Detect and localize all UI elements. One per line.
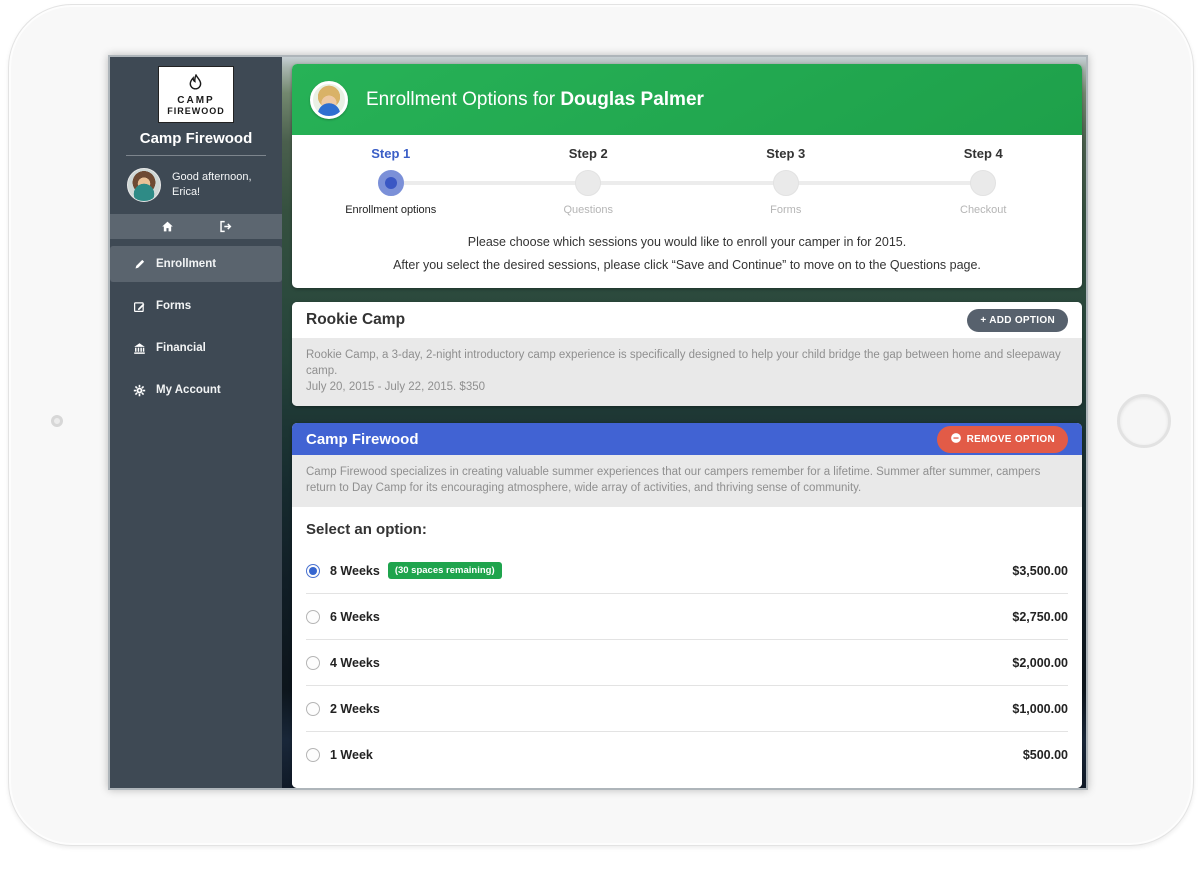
rookie-camp-title: Rookie Camp [306,311,405,329]
user-greeting: Good afternoon, Erica! [110,156,282,214]
rookie-camp-description: Rookie Camp, a 3-day, 2-night introducto… [292,338,1082,406]
step-4[interactable]: Step 4 Checkout [885,146,1083,216]
select-option-label: Select an option: [306,507,1068,548]
camper-name: Douglas Palmer [560,89,704,110]
option-price: $2,000.00 [1012,656,1068,670]
option-price: $3,500.00 [1012,564,1068,578]
step-1-dot [378,170,404,196]
logo-text-camp: CAMP [177,96,214,106]
radio-6-weeks[interactable] [306,610,320,624]
greeting-text: Good afternoon, Erica! [172,170,252,200]
sidebar-item-label: Financial [156,342,206,354]
add-option-button[interactable]: + ADD OPTION [967,309,1068,332]
sidebar-menu: Enrollment Forms Financial [110,246,282,408]
rookie-camp-card: Rookie Camp + ADD OPTION Rookie Camp, a … [292,302,1082,406]
spaces-remaining-badge: (30 spaces remaining) [388,562,502,579]
option-row-6-weeks: 6 Weeks $2,750.00 [306,594,1068,640]
camper-avatar [310,81,348,119]
option-row-2-weeks: 2 Weeks $1,000.00 [306,686,1068,732]
instructions-line-2: After you select the desired sessions, p… [312,258,1062,272]
logo-text-firewood: FIREWOOD [167,106,225,116]
sidebar-item-forms[interactable]: Forms [110,288,282,324]
sidebar-quick-nav [110,214,282,239]
radio-4-weeks[interactable] [306,656,320,670]
sidebar-item-label: Forms [156,300,191,312]
option-list: Select an option: 8 Weeks (30 spaces rem… [292,507,1082,788]
gear-icon [133,384,146,397]
enrollment-header-card: Enrollment Options for Douglas Palmer St… [292,64,1082,288]
sidebar-item-enrollment[interactable]: Enrollment [110,246,282,282]
bank-icon [133,342,146,355]
option-price: $1,000.00 [1012,702,1068,716]
brand-name: Camp Firewood [110,130,282,147]
pencil-icon [133,258,146,270]
instructions-line-1: Please choose which sessions you would l… [312,235,1062,249]
option-price: $2,750.00 [1012,610,1068,624]
sidebar-item-label: My Account [156,384,221,396]
step-2[interactable]: Step 2 Questions [490,146,688,216]
page: CAMP FIREWOOD Camp Firewood Good afterno… [0,0,1200,872]
step-indicator: Step 1 Enrollment options Step 2 Questio… [292,135,1082,216]
step-3-dot [773,170,799,196]
tablet-camera [51,415,63,427]
camp-firewood-card: Camp Firewood REMOVE OPTION Camp Firewoo… [292,423,1082,788]
user-avatar [127,168,161,202]
tablet-home-button[interactable] [1117,394,1171,448]
radio-1-week[interactable] [306,748,320,762]
camp-firewood-header: Camp Firewood REMOVE OPTION [292,423,1082,455]
sidebar: CAMP FIREWOOD Camp Firewood Good afterno… [110,57,282,788]
camp-logo: CAMP FIREWOOD [158,66,234,123]
main-area: Enrollment Options for Douglas Palmer St… [282,57,1088,790]
radio-8-weeks[interactable] [306,564,320,578]
option-row-8-weeks: 8 Weeks (30 spaces remaining) $3,500.00 [306,548,1068,594]
camp-firewood-title: Camp Firewood [306,431,419,448]
sign-out-icon[interactable] [219,220,232,233]
remove-option-button[interactable]: REMOVE OPTION [937,426,1068,453]
enrollment-header: Enrollment Options for Douglas Palmer [292,64,1082,135]
option-row-1-week: 1 Week $500.00 [306,732,1068,778]
home-icon[interactable] [161,220,174,233]
page-title: Enrollment Options for Douglas Palmer [366,89,704,111]
sidebar-item-financial[interactable]: Financial [110,330,282,366]
app-screen: CAMP FIREWOOD Camp Firewood Good afterno… [108,55,1088,790]
edit-square-icon [133,300,146,313]
minus-circle-icon [950,432,967,447]
step-1[interactable]: Step 1 Enrollment options [292,146,490,216]
instructions: Please choose which sessions you would l… [292,216,1082,288]
sidebar-item-label: Enrollment [156,258,216,270]
option-price: $500.00 [1023,748,1068,762]
step-3[interactable]: Step 3 Forms [687,146,885,216]
rookie-camp-dates: July 20, 2015 - July 22, 2015. $350 [306,379,1068,395]
step-2-dot [575,170,601,196]
sidebar-item-my-account[interactable]: My Account [110,372,282,408]
flame-icon [186,74,206,96]
radio-2-weeks[interactable] [306,702,320,716]
rookie-camp-header: Rookie Camp + ADD OPTION [292,302,1082,338]
camp-firewood-description: Camp Firewood specializes in creating va… [292,455,1082,507]
option-row-4-weeks: 4 Weeks $2,000.00 [306,640,1068,686]
step-4-dot [970,170,996,196]
